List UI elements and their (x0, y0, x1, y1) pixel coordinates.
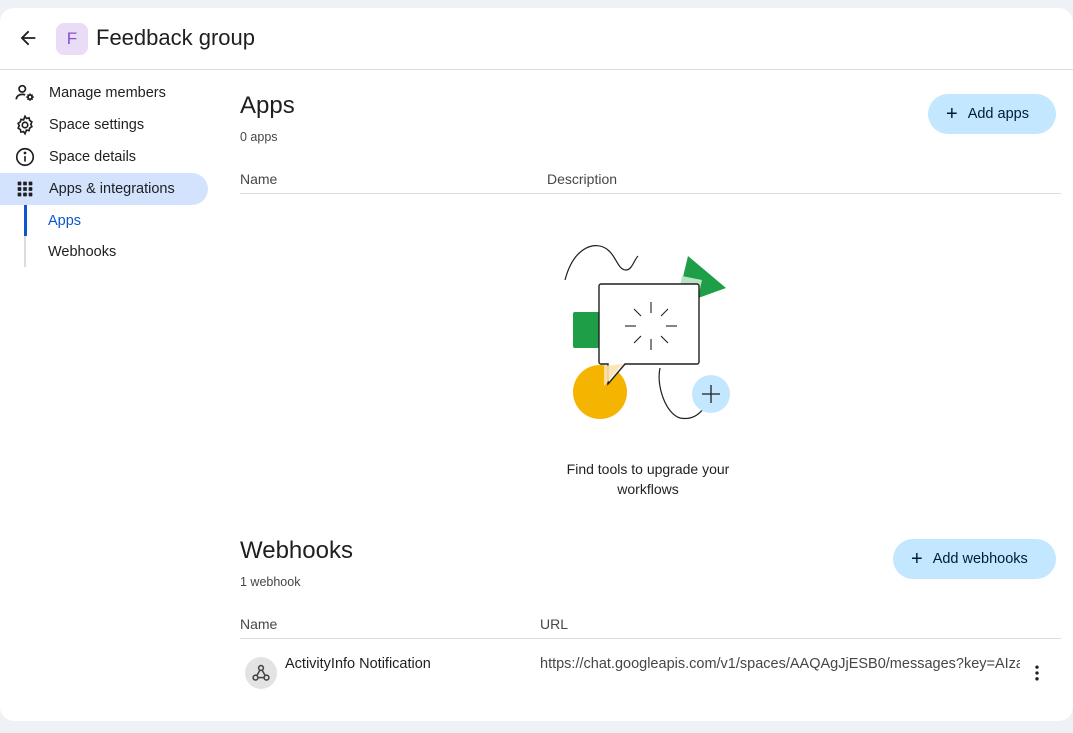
add-webhooks-label: Add webhooks (932, 551, 1028, 567)
sidebar-item-space-settings[interactable]: Space settings (0, 109, 208, 141)
webhook-url: https://chat.googleapis.com/v1/spaces/AA… (540, 656, 1020, 672)
space-avatar: F (56, 23, 88, 55)
apps-section-title: Apps (240, 92, 295, 119)
sidebar-subitem-label: Apps (48, 212, 82, 229)
sidebar-item-label: Apps & integrations (49, 181, 175, 197)
apps-empty-state-text: Find tools to upgrade your workflows (566, 461, 730, 497)
more-options-button[interactable] (1024, 660, 1050, 686)
add-webhooks-button[interactable]: + Add webhooks (893, 539, 1056, 579)
add-apps-button[interactable]: + Add apps (928, 94, 1056, 134)
plus-icon: + (946, 103, 958, 125)
apps-column-description: Description (547, 171, 618, 187)
back-button[interactable] (14, 24, 42, 52)
sidebar-item-space-details[interactable]: Space details (0, 141, 208, 173)
window-top-strip (0, 0, 1073, 8)
sidebar-item-label: Space settings (49, 117, 145, 133)
apps-grid-icon (14, 178, 36, 200)
apps-table-divider (240, 193, 1061, 194)
webhook-name: ActivityInfo Notification (285, 656, 431, 672)
sidebar-item-label: Manage members (49, 85, 166, 101)
sidebar-item-label: Space details (49, 149, 137, 165)
webhook-icon (245, 657, 277, 689)
webhooks-section-title: Webhooks (240, 537, 353, 564)
add-apps-label: Add apps (967, 106, 1029, 122)
page-header: F Feedback group (0, 8, 1073, 70)
webhooks-column-name: Name (240, 616, 278, 632)
info-icon (14, 146, 36, 168)
sidebar-subitem-label: Webhooks (48, 243, 117, 260)
apps-count: 0 apps (240, 130, 278, 144)
sidebar-item-apps-integrations[interactable]: Apps & integrations (0, 173, 208, 205)
page-title: Feedback group (96, 25, 255, 50)
gear-icon (14, 114, 36, 136)
space-settings-panel: F Feedback group Manage members Space se… (0, 8, 1073, 721)
arrow-left-icon (20, 30, 36, 46)
webhooks-count: 1 webhook (240, 575, 301, 589)
apps-column-name: Name (240, 171, 278, 187)
manage-members-icon (14, 82, 36, 104)
webhooks-column-url: URL (540, 616, 569, 632)
plus-icon: + (911, 548, 923, 570)
more-vert-icon (1035, 665, 1039, 681)
sidebar-subitem-apps[interactable]: Apps (24, 205, 204, 236)
webhooks-table-divider (240, 638, 1061, 639)
sidebar-item-manage-members[interactable]: Manage members (0, 77, 208, 109)
empty-state-illustration (564, 245, 730, 420)
sidebar-subitem-webhooks[interactable]: Webhooks (24, 236, 204, 267)
